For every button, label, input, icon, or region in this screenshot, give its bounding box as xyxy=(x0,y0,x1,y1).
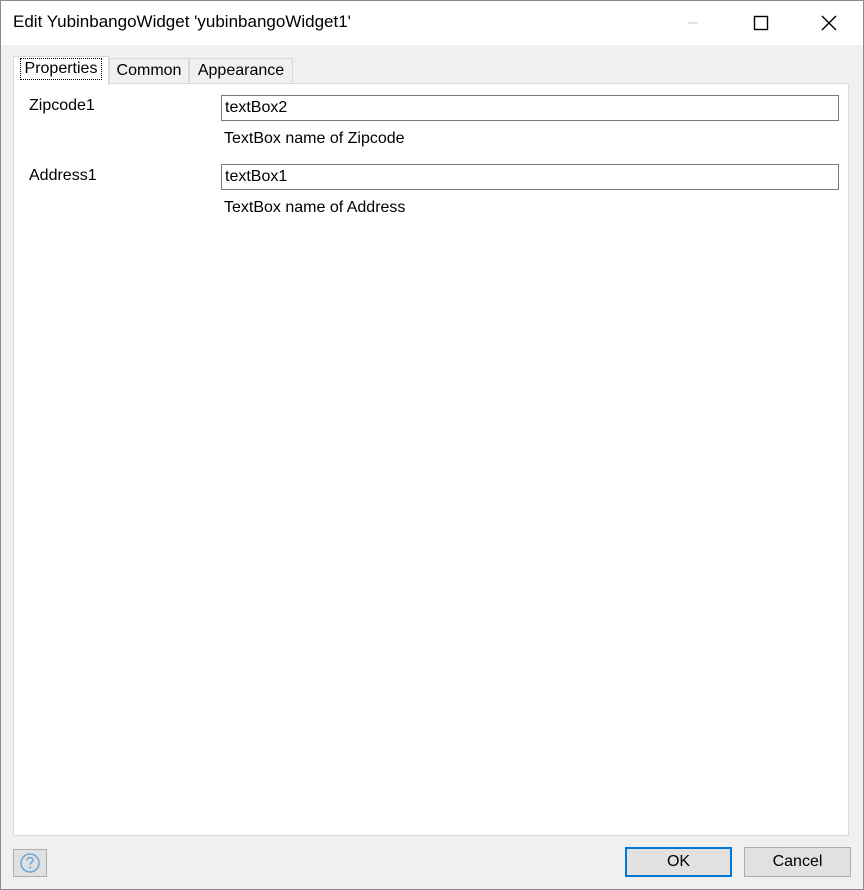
title-bar[interactable]: Edit YubinbangoWidget 'yubinbangoWidget1… xyxy=(1,1,863,45)
help-button[interactable] xyxy=(13,849,47,877)
tab-properties[interactable]: Properties xyxy=(13,56,109,85)
window-title: Edit YubinbangoWidget 'yubinbangoWidget1… xyxy=(13,12,351,31)
tab-common-label: Common xyxy=(116,62,182,79)
properties-panel: Zipcode1 TextBox name of Zipcode Address… xyxy=(13,83,849,836)
ok-button[interactable]: OK xyxy=(625,847,732,877)
help-icon xyxy=(20,853,40,873)
minimize-button[interactable] xyxy=(661,1,725,45)
zipcode-label: Zipcode1 xyxy=(29,97,95,114)
tab-strip: Properties Common Appearance xyxy=(13,56,853,85)
close-button[interactable] xyxy=(797,1,861,45)
cancel-button[interactable]: Cancel xyxy=(744,847,851,877)
maximize-icon xyxy=(753,15,769,31)
tab-appearance-label: Appearance xyxy=(197,62,285,79)
address-input[interactable] xyxy=(221,164,839,190)
edit-widget-dialog: Edit YubinbangoWidget 'yubinbangoWidget1… xyxy=(0,0,864,890)
address-description: TextBox name of Address xyxy=(224,199,406,216)
minimize-icon xyxy=(688,22,698,24)
tab-properties-label: Properties xyxy=(19,58,103,80)
maximize-button[interactable] xyxy=(729,1,793,45)
close-icon xyxy=(821,15,837,31)
tab-appearance[interactable]: Appearance xyxy=(189,58,293,82)
zipcode-description: TextBox name of Zipcode xyxy=(224,130,405,147)
tab-common[interactable]: Common xyxy=(109,58,189,82)
address-label: Address1 xyxy=(29,167,97,184)
zipcode-input[interactable] xyxy=(221,95,839,121)
